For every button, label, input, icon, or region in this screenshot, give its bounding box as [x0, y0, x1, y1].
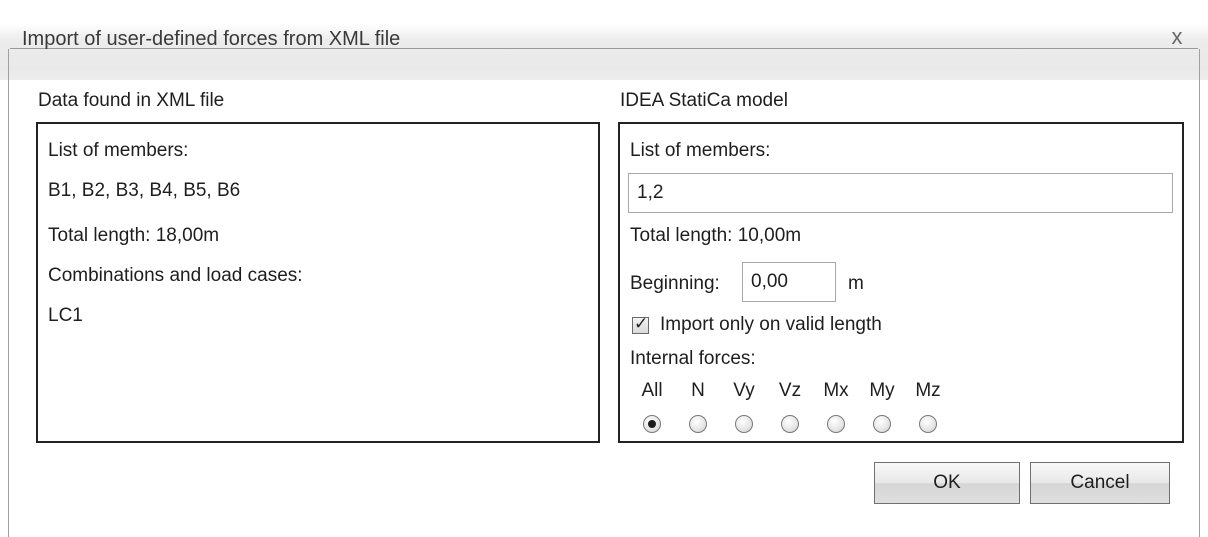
beginning-label: Beginning: [630, 273, 720, 294]
model-panel: List of members: Total length: 10,00m Be… [618, 122, 1184, 443]
import-valid-label: Import only on valid length [660, 314, 882, 335]
xml-data-panel: List of members: B1, B2, B3, B4, B5, B6 … [36, 122, 600, 443]
force-radio-all[interactable] [643, 415, 661, 433]
xml-combos-value: LC1 [48, 305, 83, 326]
force-radio-mx[interactable] [827, 415, 845, 433]
internal-forces-label: Internal forces: [630, 348, 756, 369]
force-radio-n[interactable] [689, 415, 707, 433]
frame-left [8, 49, 9, 537]
title-bar: Import of user-defined forces from XML f… [0, 0, 1208, 80]
force-radio-vz[interactable] [781, 415, 799, 433]
beginning-unit: m [848, 273, 864, 294]
xml-members-label: List of members: [48, 140, 189, 161]
force-label-vz: Vz [778, 380, 802, 401]
beginning-input[interactable] [742, 262, 836, 302]
members-input[interactable] [628, 173, 1173, 213]
force-label-mz: Mz [915, 380, 941, 401]
force-label-n: N [691, 380, 705, 401]
force-label-mx: Mx [823, 380, 849, 401]
import-valid-checkbox[interactable]: ✓ [632, 314, 649, 334]
import-forces-dialog: Import of user-defined forces from XML f… [0, 0, 1208, 537]
model-members-label: List of members: [630, 140, 771, 161]
force-label-all: All [641, 380, 663, 401]
xml-combos-label: Combinations and load cases: [48, 265, 303, 286]
force-radio-my[interactable] [873, 415, 891, 433]
checkmark-icon: ✓ [634, 314, 649, 333]
force-radio-mz[interactable] [919, 415, 937, 433]
force-label-vy: Vy [733, 380, 755, 401]
xml-section-label: Data found in XML file [38, 90, 225, 111]
model-total-length: Total length: 10,00m [630, 225, 802, 246]
cancel-button[interactable]: Cancel [1030, 462, 1170, 504]
frame-right [1199, 49, 1200, 537]
xml-members-value: B1, B2, B3, B4, B5, B6 [48, 180, 241, 201]
window-title: Import of user-defined forces from XML f… [22, 28, 401, 50]
force-label-my: My [869, 380, 895, 401]
model-section-label: IDEA StatiCa model [620, 90, 788, 111]
ok-button[interactable]: OK [874, 462, 1020, 504]
close-icon[interactable]: x [1166, 26, 1188, 48]
xml-total-length: Total length: 18,00m [48, 225, 220, 246]
force-radio-vy[interactable] [735, 415, 753, 433]
